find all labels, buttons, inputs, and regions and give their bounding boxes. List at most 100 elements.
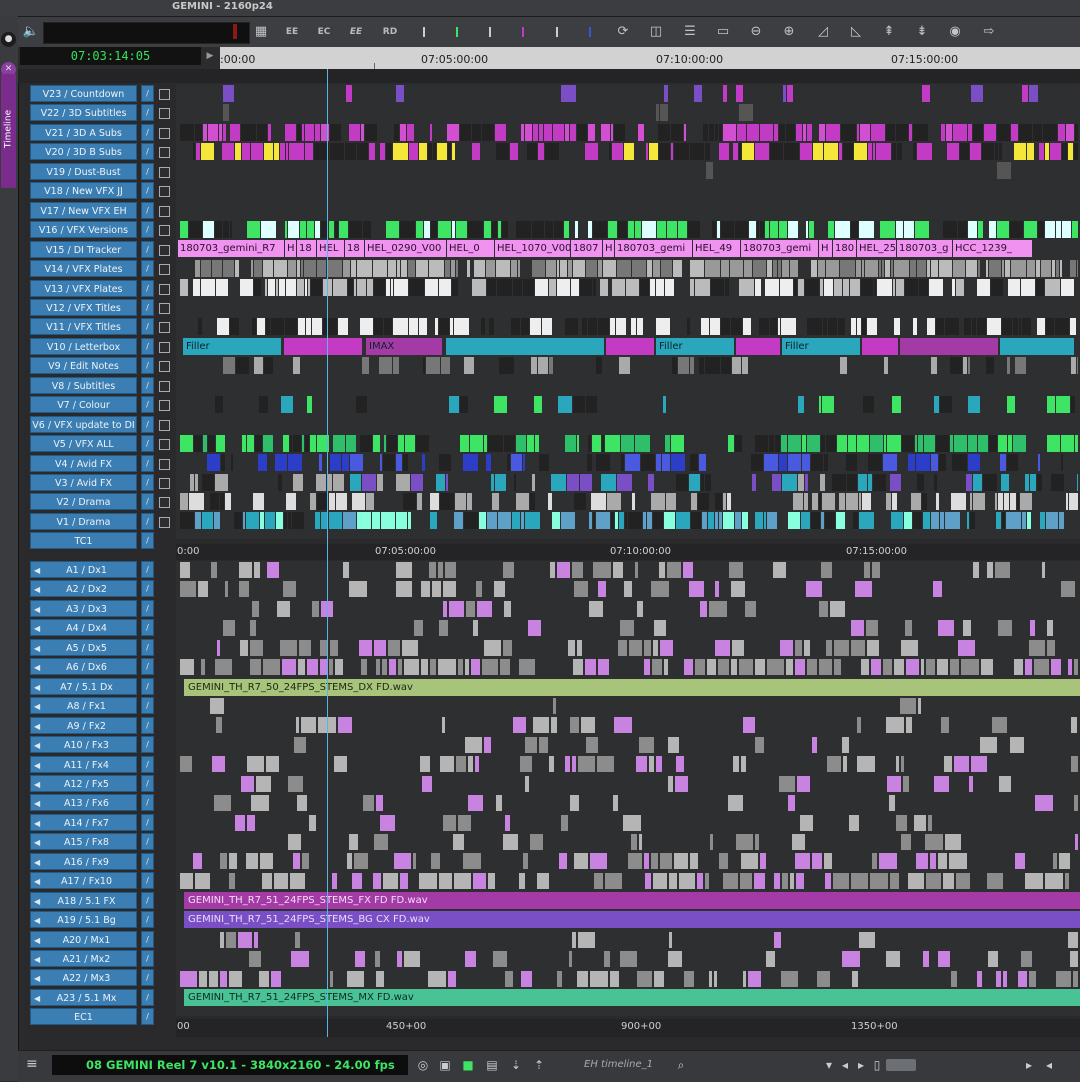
- video-clip[interactable]: [905, 279, 918, 296]
- audio-clip[interactable]: [456, 756, 466, 772]
- folder-icon[interactable]: ▭: [712, 22, 734, 42]
- video-clip[interactable]: [742, 143, 754, 160]
- letterbox-clip[interactable]: [862, 338, 898, 355]
- track-header-video[interactable]: V21 / 3D A Subs: [30, 124, 137, 141]
- video-clip[interactable]: [433, 143, 436, 160]
- video-clip[interactable]: [557, 279, 570, 296]
- audio-clip[interactable]: [211, 562, 217, 578]
- video-clip[interactable]: [408, 260, 415, 277]
- video-clip[interactable]: [482, 124, 494, 141]
- video-clip[interactable]: [561, 512, 575, 529]
- video-clip[interactable]: [1005, 260, 1010, 277]
- video-clip[interactable]: [409, 143, 418, 160]
- video-clip[interactable]: [223, 357, 235, 374]
- audio-clip[interactable]: [1035, 795, 1053, 811]
- video-clip[interactable]: [308, 279, 310, 296]
- video-clip[interactable]: [648, 474, 654, 491]
- audio-clip[interactable]: [660, 640, 673, 656]
- video-clip[interactable]: [447, 124, 459, 141]
- video-clip[interactable]: [297, 124, 301, 141]
- toolbar-button-ee-alt[interactable]: EE: [344, 22, 368, 42]
- video-clip[interactable]: [894, 318, 900, 335]
- video-clip[interactable]: [619, 357, 630, 374]
- audio-clip[interactable]: [937, 659, 948, 675]
- audio-clip[interactable]: [653, 873, 667, 889]
- audio-clip[interactable]: [439, 620, 448, 636]
- video-clip[interactable]: [839, 493, 845, 510]
- video-clip[interactable]: [423, 357, 425, 374]
- video-clip[interactable]: [431, 221, 437, 238]
- audio-clip[interactable]: [896, 756, 899, 772]
- audio-clip[interactable]: [309, 815, 316, 831]
- video-clip[interactable]: [593, 221, 607, 238]
- video-clip[interactable]: [651, 493, 665, 510]
- video-clip[interactable]: [243, 512, 245, 529]
- video-clip[interactable]: [223, 124, 226, 141]
- video-clip[interactable]: [263, 435, 273, 452]
- track-header-video[interactable]: V5 / VFX ALL: [30, 435, 137, 452]
- audio-clip[interactable]: [905, 620, 912, 636]
- vfx-tracker-clip[interactable]: 180703_gemi: [741, 240, 818, 257]
- video-clip[interactable]: [1033, 124, 1042, 141]
- video-clip[interactable]: [247, 221, 260, 238]
- video-clip[interactable]: [770, 221, 778, 238]
- video-clip[interactable]: [535, 435, 539, 452]
- video-clip[interactable]: [784, 143, 799, 160]
- track-edit-icon[interactable]: /: [141, 493, 154, 510]
- video-clip[interactable]: [357, 512, 371, 529]
- video-clip[interactable]: [945, 512, 960, 529]
- audio-clip[interactable]: [375, 951, 380, 967]
- audio-clip[interactable]: [864, 562, 870, 578]
- audio-clip[interactable]: [443, 815, 456, 831]
- video-clip[interactable]: [1011, 124, 1018, 141]
- zoom-out-icon[interactable]: ⊖: [745, 22, 767, 42]
- video-clip[interactable]: [973, 474, 982, 491]
- video-clip[interactable]: [297, 279, 304, 296]
- audio-clip[interactable]: [429, 562, 436, 578]
- audio-clip[interactable]: [241, 776, 254, 792]
- audio-clip[interactable]: [549, 756, 554, 772]
- video-clip[interactable]: [1038, 454, 1040, 471]
- audio-clip[interactable]: [283, 581, 296, 597]
- audio-clip[interactable]: [614, 717, 632, 733]
- video-clip[interactable]: [909, 124, 912, 141]
- video-clip[interactable]: [1021, 279, 1035, 296]
- track-edit-icon[interactable]: /: [141, 474, 154, 491]
- video-clip[interactable]: [950, 357, 962, 374]
- audio-clip[interactable]: [473, 620, 478, 636]
- audio-clip[interactable]: [817, 971, 830, 987]
- audio-clip[interactable]: [521, 971, 532, 987]
- vfx-tracker-clip[interactable]: 18: [297, 240, 316, 257]
- video-clip[interactable]: [859, 221, 874, 238]
- menu-dot-icon[interactable]: ●: [1, 32, 16, 47]
- video-clip[interactable]: [987, 318, 1001, 335]
- audio-clip[interactable]: [260, 853, 273, 869]
- audio-clip[interactable]: [944, 756, 952, 772]
- audio-clip[interactable]: [887, 776, 901, 792]
- video-clip[interactable]: [635, 435, 650, 452]
- audio-clip[interactable]: [790, 873, 794, 889]
- video-clip[interactable]: [960, 143, 969, 160]
- audio-clip[interactable]: [938, 951, 950, 967]
- audio-clip[interactable]: [578, 932, 595, 948]
- video-clip[interactable]: [560, 260, 567, 277]
- audio-clip[interactable]: [1015, 853, 1025, 869]
- video-clip[interactable]: [770, 318, 777, 335]
- video-clip[interactable]: [710, 318, 720, 335]
- video-clip[interactable]: [253, 493, 264, 510]
- video-clip[interactable]: [989, 221, 996, 238]
- video-clip[interactable]: [254, 357, 263, 374]
- video-clip[interactable]: [934, 396, 939, 413]
- speaker-icon[interactable]: ◀: [34, 834, 40, 849]
- video-clip[interactable]: [880, 221, 895, 238]
- video-clip[interactable]: [788, 221, 798, 238]
- video-clip[interactable]: [577, 124, 587, 141]
- video-clip[interactable]: [646, 143, 648, 160]
- video-clip[interactable]: [966, 474, 972, 491]
- audio-clip[interactable]: [443, 581, 456, 597]
- video-clip[interactable]: [439, 318, 449, 335]
- video-clip[interactable]: [929, 279, 943, 296]
- video-clip[interactable]: [689, 474, 700, 491]
- track-edit-icon[interactable]: /: [141, 833, 154, 850]
- video-clip[interactable]: [241, 124, 256, 141]
